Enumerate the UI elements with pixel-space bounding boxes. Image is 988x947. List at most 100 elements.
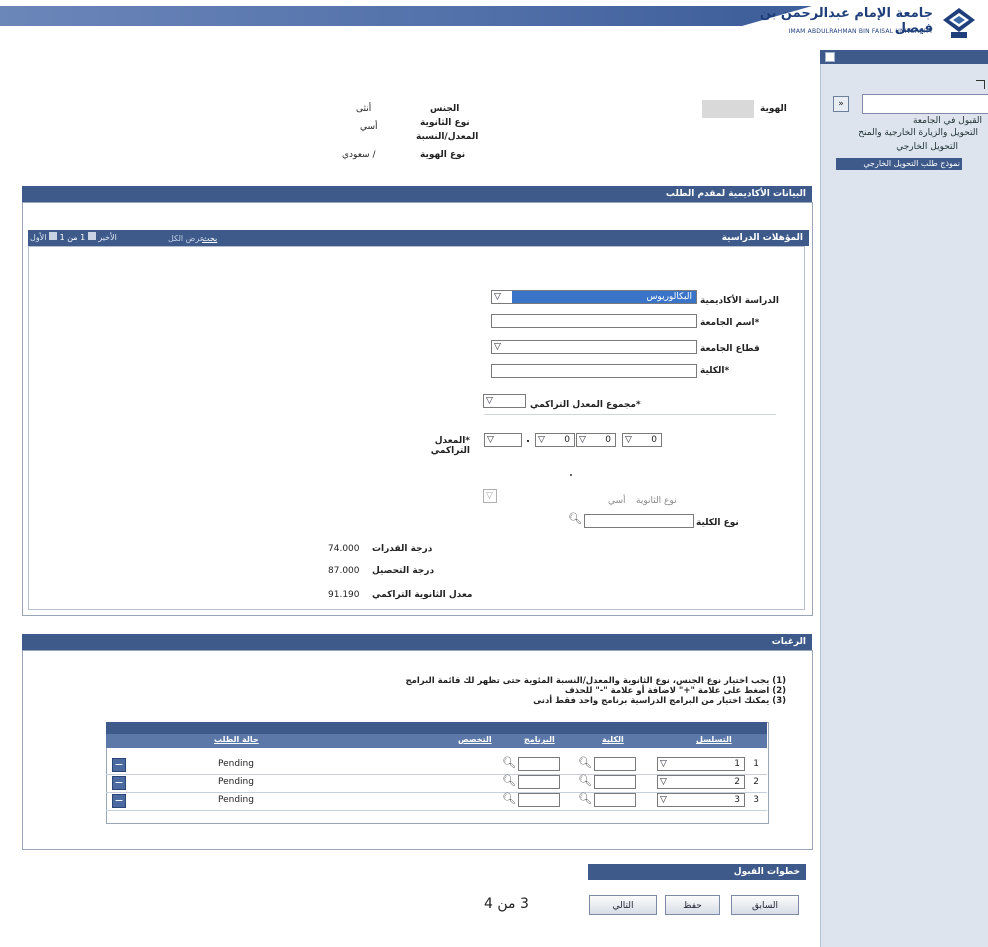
qualifications-title: المؤهلات الدراسية: [28, 230, 809, 246]
chevron-down-icon: ▽: [579, 435, 586, 445]
magnifier-icon[interactable]: 🔍︎: [578, 774, 592, 787]
next-button[interactable]: التالي: [589, 895, 657, 915]
sidebar-search-input[interactable]: [862, 94, 988, 114]
seq-select[interactable]: ▽ 1: [657, 757, 745, 771]
gpa-digit1-select[interactable]: ▽ 0: [535, 433, 575, 447]
sidebar-item-external-transfer[interactable]: التحويل الخارجي: [896, 142, 958, 152]
nav-last-icon[interactable]: [87, 232, 96, 240]
chevron-down-icon: ▽: [494, 342, 501, 352]
nav-view-all[interactable]: عرض الكل: [168, 234, 205, 243]
magnifier-icon[interactable]: 🔍︎: [502, 792, 516, 805]
gpa-digit3-select[interactable]: ▽ 0: [622, 433, 662, 447]
previous-button[interactable]: السابق: [731, 895, 799, 915]
hs-gpa-value: 91.190: [328, 590, 360, 600]
college-code-input[interactable]: [594, 775, 636, 789]
chevron-down-icon: ▽: [538, 435, 545, 445]
id-type-value: / سعودي: [342, 150, 376, 160]
hs-gpa-label: معدل الثانوية التراكمي: [372, 590, 473, 600]
gpa-digit2-value: 0: [605, 435, 611, 445]
college-label: *الكلية: [700, 366, 730, 376]
college-code-input[interactable]: [594, 793, 636, 807]
grid-header-bar: [106, 722, 767, 734]
school-type-value: أسي: [360, 122, 378, 132]
univ-sector-select[interactable]: ▽: [491, 340, 697, 354]
aptitude-value: 74.000: [328, 544, 360, 554]
sidebar-search-button[interactable]: »: [833, 96, 849, 112]
nav-first-icon[interactable]: [49, 232, 58, 240]
id-type-label: نوع الهوية: [420, 150, 466, 160]
school-type-field-value: أسي: [608, 496, 626, 506]
univ-name-input[interactable]: [491, 314, 697, 328]
sidebar-item-admission[interactable]: القبول في الجامعة: [913, 116, 982, 126]
gpa-digit3-value: 0: [651, 435, 657, 445]
col-program[interactable]: البرنامج: [524, 735, 555, 744]
magnifier-icon[interactable]: 🔍︎: [578, 792, 592, 805]
chevron-down-icon: ▽: [486, 396, 493, 406]
achievement-label: درجة التحصيل: [372, 566, 435, 576]
qualifications-nav: الأخير 1 من 1 الأول: [30, 232, 117, 242]
sidebar-expand-icon[interactable]: [976, 80, 985, 89]
seq-value: 1: [734, 759, 740, 769]
aptitude-label: درجة القدرات: [372, 544, 433, 554]
chevron-down-icon: ▽: [487, 435, 494, 445]
university-logo: جامعة الإمام عبدالرحمن بن فيصل IMAM ABDU…: [745, 4, 983, 44]
gpa-digit2-select[interactable]: ▽ 0: [576, 433, 616, 447]
percentage-label: المعدل/النسبة: [416, 132, 479, 142]
nav-last[interactable]: الأخير: [98, 233, 117, 242]
delete-row-button[interactable]: −: [112, 758, 126, 772]
dot-marker: [570, 474, 572, 476]
program-code-input[interactable]: [518, 793, 560, 807]
school-type-select[interactable]: ▽: [483, 489, 497, 503]
sidebar-item-transfer-visit[interactable]: التحويل والزيارة الخارجية والمنح: [858, 128, 978, 138]
academic-section-title: البيانات الأكاديمية لمقدم الطلب: [22, 186, 812, 202]
admission-steps-title: خطوات القبول: [588, 864, 806, 880]
chevron-down-icon: ▽: [660, 777, 667, 787]
chevron-down-icon: ▽: [660, 759, 667, 769]
university-emblem-icon: [943, 8, 975, 38]
magnifier-icon[interactable]: 🔍︎: [568, 512, 582, 525]
col-status[interactable]: حالة الطلب: [214, 735, 259, 744]
seq-select[interactable]: ▽ 3: [657, 793, 745, 807]
chevron-down-icon: ▽: [486, 491, 493, 501]
table-row: 1 ▽ 1 🔍︎ 🔍︎ Pending −: [106, 756, 767, 775]
save-button[interactable]: حفظ: [665, 895, 720, 915]
col-major[interactable]: التخصص: [458, 735, 492, 744]
magnifier-icon[interactable]: 🔍︎: [502, 756, 516, 769]
nav-page: 1 من 1: [59, 233, 86, 242]
achievement-value: 87.000: [328, 566, 360, 576]
program-code-input[interactable]: [518, 757, 560, 771]
col-college[interactable]: الكلية: [602, 735, 624, 744]
page-indicator: 3 من 4: [484, 896, 529, 912]
decimal-point: [527, 440, 529, 442]
univ-sector-label: قطاع الجامعة: [700, 344, 760, 354]
chevron-down-icon: ▽: [494, 292, 501, 302]
logo-english-name: IMAM ABDULRAHMAN BIN FAISAL UNIVERSITY: [788, 28, 933, 35]
college-type-label: نوع الكلية: [696, 518, 739, 528]
table-row: 2 ▽ 2 🔍︎ 🔍︎ Pending −: [106, 774, 767, 793]
gpa-digit1-value: 0: [564, 435, 570, 445]
gpa-int-select[interactable]: ▽: [484, 433, 522, 447]
magnifier-icon[interactable]: 🔍︎: [578, 756, 592, 769]
delete-row-button[interactable]: −: [112, 776, 126, 790]
seq-value: 2: [734, 777, 740, 787]
sidebar-collapse-button[interactable]: [825, 52, 835, 62]
college-input[interactable]: [491, 364, 697, 378]
sidebar-item-transfer-form[interactable]: نموذج طلب التحويل الخارجي: [836, 158, 962, 170]
status-text: Pending: [218, 777, 254, 787]
program-code-input[interactable]: [518, 775, 560, 789]
degree-select[interactable]: ▽ البكالوريوس: [491, 290, 697, 304]
nav-find[interactable]: بحث: [202, 234, 217, 243]
divider: [484, 414, 776, 415]
college-code-input[interactable]: [594, 757, 636, 771]
gpa-label: *المعدل التراكمي: [430, 436, 470, 456]
gpa-total-select[interactable]: ▽: [483, 394, 526, 408]
id-label: الهوية: [760, 104, 787, 114]
col-seq[interactable]: التسلسل: [696, 735, 732, 744]
nav-first[interactable]: الأول: [30, 233, 46, 242]
school-type-label: نوع الثانوية: [420, 118, 470, 128]
seq-select[interactable]: ▽ 2: [657, 775, 745, 789]
college-type-input[interactable]: [584, 514, 694, 528]
delete-row-button[interactable]: −: [112, 794, 126, 808]
degree-select-value: البكالوريوس: [512, 291, 696, 303]
magnifier-icon[interactable]: 🔍︎: [502, 774, 516, 787]
